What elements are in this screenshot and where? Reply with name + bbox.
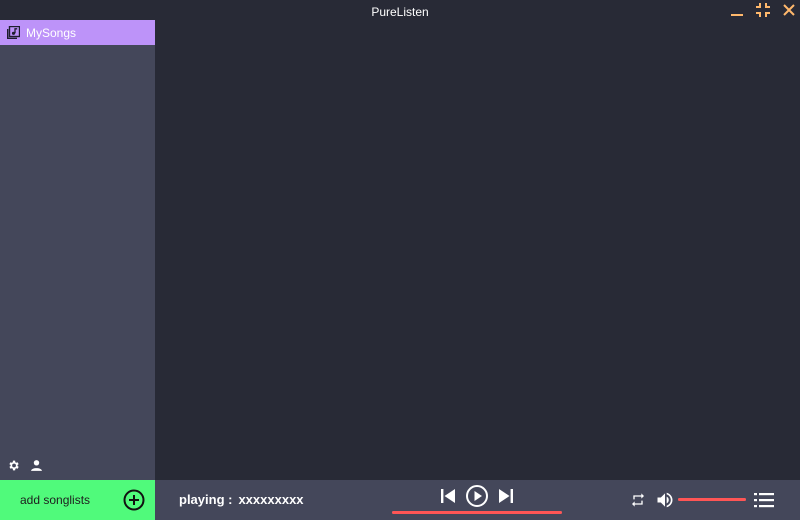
playing-label: playing : xyxy=(179,492,233,507)
minimize-button[interactable] xyxy=(729,2,745,18)
close-icon xyxy=(783,4,795,16)
add-songlists-label: add songlists xyxy=(20,493,91,507)
now-playing: playing : xxxxxxxxx xyxy=(179,492,304,507)
play-circle-icon xyxy=(466,485,488,507)
sidebar-item-label: MySongs xyxy=(26,25,77,40)
minimize-icon xyxy=(731,14,743,16)
music-library-icon xyxy=(7,26,20,39)
volume-fill xyxy=(678,498,746,501)
title-bar: PureListen xyxy=(0,0,800,20)
previous-button[interactable] xyxy=(438,486,458,506)
play-button[interactable] xyxy=(465,484,489,508)
repeat-button[interactable] xyxy=(629,491,647,509)
playlist-button[interactable] xyxy=(753,489,775,511)
sidebar: MySongs xyxy=(0,20,155,480)
track-name: xxxxxxxxx xyxy=(238,492,304,507)
volume-button[interactable] xyxy=(654,489,676,511)
volume-icon xyxy=(657,492,673,508)
exit-fullscreen-icon xyxy=(756,3,770,17)
sidebar-item-mysongs[interactable]: MySongs xyxy=(0,20,155,45)
skip-next-icon xyxy=(499,489,513,503)
main-content xyxy=(155,20,800,480)
progress-fill xyxy=(392,511,562,514)
plus-circle-icon xyxy=(123,489,145,511)
skip-previous-icon xyxy=(441,489,455,503)
gear-icon[interactable] xyxy=(7,459,20,472)
user-icon[interactable] xyxy=(30,459,43,472)
playlist-icon xyxy=(754,493,774,508)
volume-slider[interactable] xyxy=(678,498,746,501)
next-button[interactable] xyxy=(496,486,516,506)
progress-bar[interactable] xyxy=(392,511,562,514)
repeat-icon xyxy=(632,493,644,507)
sidebar-tools xyxy=(7,459,43,472)
restore-button[interactable] xyxy=(755,2,771,18)
close-button[interactable] xyxy=(781,2,797,18)
player-bar: playing : xxxxxxxxx xyxy=(155,480,800,520)
window-title: PureListen xyxy=(371,5,429,19)
app-window: PureListen MySongs add songlists playing… xyxy=(0,0,800,520)
add-songlists-button[interactable]: add songlists xyxy=(0,480,155,520)
